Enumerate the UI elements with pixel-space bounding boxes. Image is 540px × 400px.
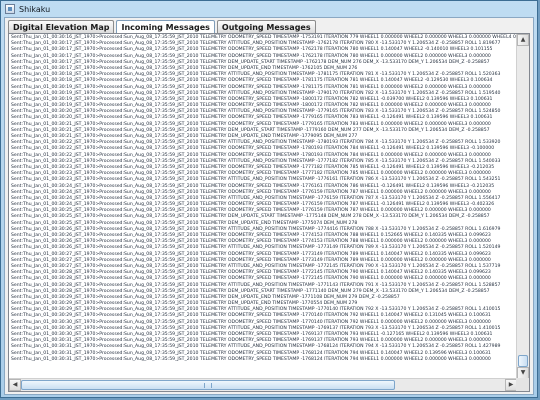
log-line: Sent:Thu_Jan_01_00:30:28_JST_1970>Proces… — [11, 276, 491, 282]
log-line: Sent:Thu_Jan_01_00:30:22_JST_1970>Proces… — [11, 146, 495, 152]
log-line: Sent:Thu_Jan_01_00:30:24_JST_1970>Proces… — [11, 189, 491, 195]
window-title: Shikaku — [19, 4, 51, 14]
log-line: Sent:Thu_Jan_01_00:30:30_JST_1970>Proces… — [11, 319, 491, 325]
log-line: Sent:Thu_Jan_01_00:30:31_JST_1970>Proces… — [11, 344, 501, 350]
log-line: Sent:Thu_Jan_01_00:30:28_JST_1970>Proces… — [11, 288, 490, 294]
log-line: Sent:Thu_Jan_01_00:30:22_JST_1970>Proces… — [11, 152, 491, 158]
tab-outgoing-messages[interactable]: Outgoing Messages — [216, 20, 316, 33]
log-line: Sent:Thu_Jan_01_00:30:21_JST_1970>Proces… — [11, 121, 491, 127]
log-line: Sent:Thu_Jan_01_00:30:31_JST_1970>Proces… — [11, 350, 491, 356]
vertical-scrollbar[interactable]: ▲ ▼ — [516, 34, 529, 379]
horizontal-scrollbar[interactable]: ◀ ▶ — [9, 378, 517, 391]
tab-strip: Digital Elevation Map Incoming Messages … — [8, 20, 318, 34]
window-app-icon — [5, 4, 15, 14]
log-line: Sent:Thu_Jan_01_00:30:27_JST_1970>Proces… — [11, 251, 491, 257]
tab-digital-elevation-map[interactable]: Digital Elevation Map — [8, 20, 115, 33]
log-line: Sent:Thu_Jan_01_00:30:19_JST_1970>Proces… — [11, 84, 491, 90]
log-line: Sent:Thu_Jan_01_00:30:17_JST_1970>Proces… — [11, 47, 493, 53]
log-line: Sent:Thu_Jan_01_00:30:20_JST_1970>Proces… — [11, 115, 493, 121]
title-bar[interactable]: Shikaku — [1, 1, 537, 17]
log-line: Sent:Thu_Jan_01_00:30:29_JST_1970>Proces… — [11, 313, 491, 319]
app-window: Shikaku Digital Elevation Map Incoming M… — [0, 0, 538, 398]
log-line: Sent:Thu_Jan_01_00:30:17_JST_1970>Proces… — [11, 53, 491, 59]
log-line: Sent:Thu_Jan_01_00:30:31_JST_1970>Proces… — [11, 356, 491, 362]
log-line: Sent:Thu_Jan_01_00:30:26_JST_1970>Proces… — [11, 245, 501, 251]
log-line: Sent:Thu_Jan_01_00:30:19_JST_1970>Proces… — [11, 90, 501, 96]
log-line: Sent:Thu_Jan_01_00:30:28_JST_1970>Proces… — [11, 282, 501, 288]
vertical-scroll-thumb[interactable] — [518, 355, 528, 367]
scrollbar-corner — [516, 378, 529, 391]
grip-icon — [204, 383, 212, 388]
log-line: Sent:Thu_Jan_01_00:30:23_JST_1970>Proces… — [11, 177, 501, 183]
tab-incoming-messages[interactable]: Incoming Messages — [116, 20, 215, 34]
arrow-up-icon[interactable]: ▲ — [517, 34, 529, 46]
log-line: Sent:Thu_Jan_01_00:30:18_JST_1970>Proces… — [11, 78, 493, 84]
client-area: Digital Elevation Map Incoming Messages … — [4, 17, 534, 395]
arrow-left-icon[interactable]: ◀ — [9, 379, 21, 391]
log-line: Sent:Thu_Jan_01_00:30:25_JST_1970>Proces… — [11, 214, 490, 220]
horizontal-scroll-thumb[interactable] — [21, 380, 395, 390]
message-log[interactable]: Sent:Thu_Jan_01_00:30:16_JST_1970>Proces… — [9, 34, 517, 379]
log-line: Sent:Thu_Jan_01_00:30:24_JST_1970>Proces… — [11, 183, 495, 189]
incoming-messages-panel: Sent:Thu_Jan_01_00:30:16_JST_1970>Proces… — [8, 33, 530, 392]
